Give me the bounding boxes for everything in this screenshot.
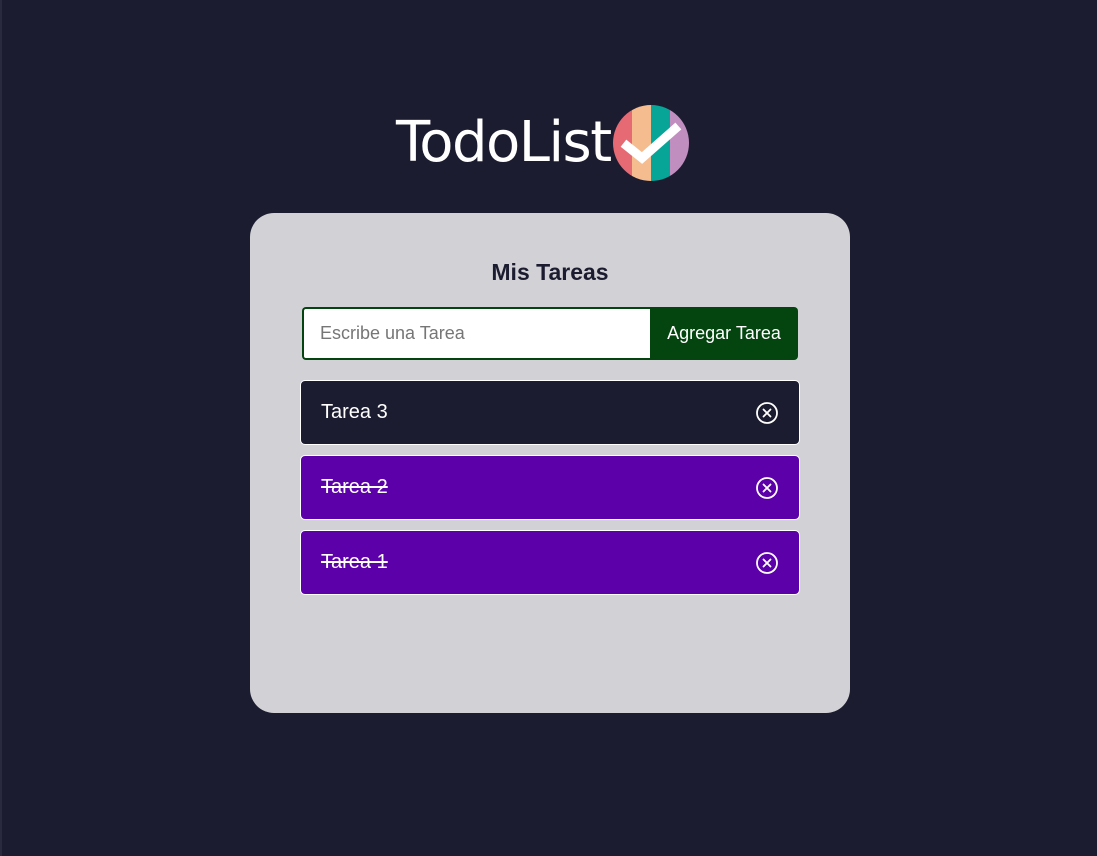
task-label: Tarea 2	[321, 476, 388, 498]
app-logo: TodoList	[396, 104, 689, 181]
close-circle-icon[interactable]	[755, 401, 779, 425]
task-input[interactable]	[302, 307, 650, 360]
task-item[interactable]: Tarea 2	[300, 455, 800, 520]
add-task-button[interactable]: Agregar Tarea	[650, 307, 798, 360]
task-list: Tarea 3 Tarea 2 Tarea 1	[300, 380, 800, 605]
logo-text: TodoList	[396, 109, 612, 175]
card-title: Mis Tareas	[491, 259, 609, 285]
window-edge	[0, 0, 2, 856]
checkmark-badge-icon	[612, 104, 689, 181]
close-circle-icon[interactable]	[755, 476, 779, 500]
close-circle-icon[interactable]	[755, 551, 779, 575]
tasks-card: Mis Tareas Agregar Tarea Tarea 3 Tarea 2	[250, 213, 850, 713]
task-item[interactable]: Tarea 1	[300, 530, 800, 595]
task-label: Tarea 1	[321, 551, 388, 573]
task-item[interactable]: Tarea 3	[300, 380, 800, 445]
task-label: Tarea 3	[321, 401, 388, 423]
add-task-form: Agregar Tarea	[302, 307, 798, 360]
